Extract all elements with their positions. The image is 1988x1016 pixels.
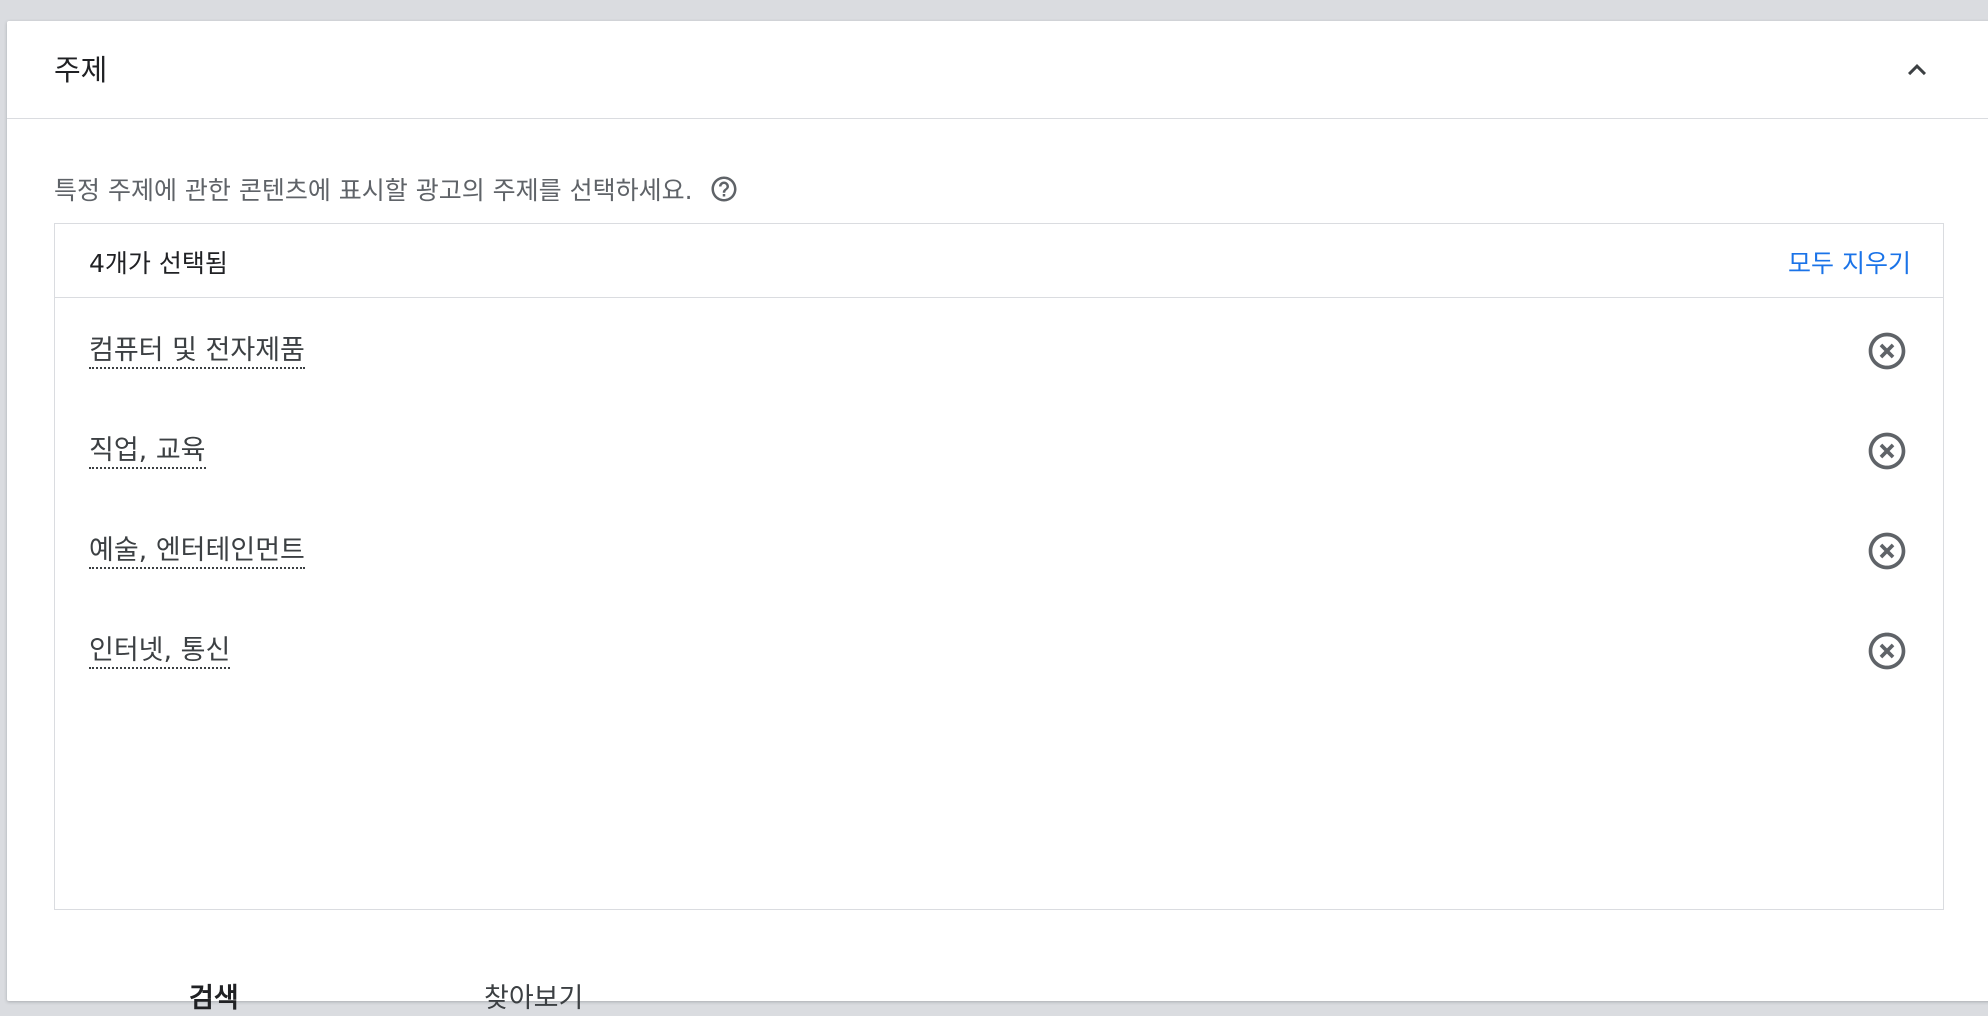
tab-bar: 검색 찾아보기 bbox=[7, 976, 1988, 1016]
clear-all-button[interactable]: 모두 지우기 bbox=[1788, 244, 1911, 280]
list-item: 직업, 교육 bbox=[55, 421, 1943, 481]
selection-header: 4개가 선택됨 모두 지우기 bbox=[55, 224, 1943, 298]
topic-label[interactable]: 컴퓨터 및 전자제품 bbox=[89, 335, 305, 369]
topic-label[interactable]: 직업, 교육 bbox=[89, 435, 206, 469]
description-text: 특정 주제에 관한 콘텐츠에 표시할 광고의 주제를 선택하세요. bbox=[54, 176, 693, 205]
tab-search[interactable]: 검색 bbox=[189, 976, 239, 1015]
collapse-button[interactable] bbox=[1892, 45, 1942, 95]
close-circle-icon[interactable] bbox=[1865, 429, 1909, 473]
panel-header[interactable]: 주제 bbox=[7, 21, 1988, 119]
list-item: 컴퓨터 및 전자제품 bbox=[55, 321, 1943, 381]
topic-label[interactable]: 인터넷, 통신 bbox=[89, 635, 231, 669]
panel-description: 특정 주제에 관한 콘텐츠에 표시할 광고의 주제를 선택하세요. bbox=[54, 171, 739, 207]
selected-count: 4개가 선택됨 bbox=[89, 249, 228, 278]
topics-panel: 주제 특정 주제에 관한 콘텐츠에 표시할 광고의 주제를 선택하세요. 4개가… bbox=[7, 21, 1988, 1014]
panel-title: 주제 bbox=[54, 53, 108, 87]
help-circle-icon[interactable] bbox=[709, 174, 739, 204]
close-circle-icon[interactable] bbox=[1865, 329, 1909, 373]
close-circle-icon[interactable] bbox=[1865, 629, 1909, 673]
list-item: 인터넷, 통신 bbox=[55, 621, 1943, 681]
close-circle-icon[interactable] bbox=[1865, 529, 1909, 573]
list-item: 예술, 엔터테인먼트 bbox=[55, 521, 1943, 581]
topic-label[interactable]: 예술, 엔터테인먼트 bbox=[89, 535, 305, 569]
selected-topics-box: 4개가 선택됨 모두 지우기 컴퓨터 및 전자제품 직업, 교육 예술, 엔터테… bbox=[54, 223, 1944, 910]
tab-browse[interactable]: 찾아보기 bbox=[484, 976, 583, 1015]
chevron-up-icon bbox=[1908, 64, 1926, 76]
